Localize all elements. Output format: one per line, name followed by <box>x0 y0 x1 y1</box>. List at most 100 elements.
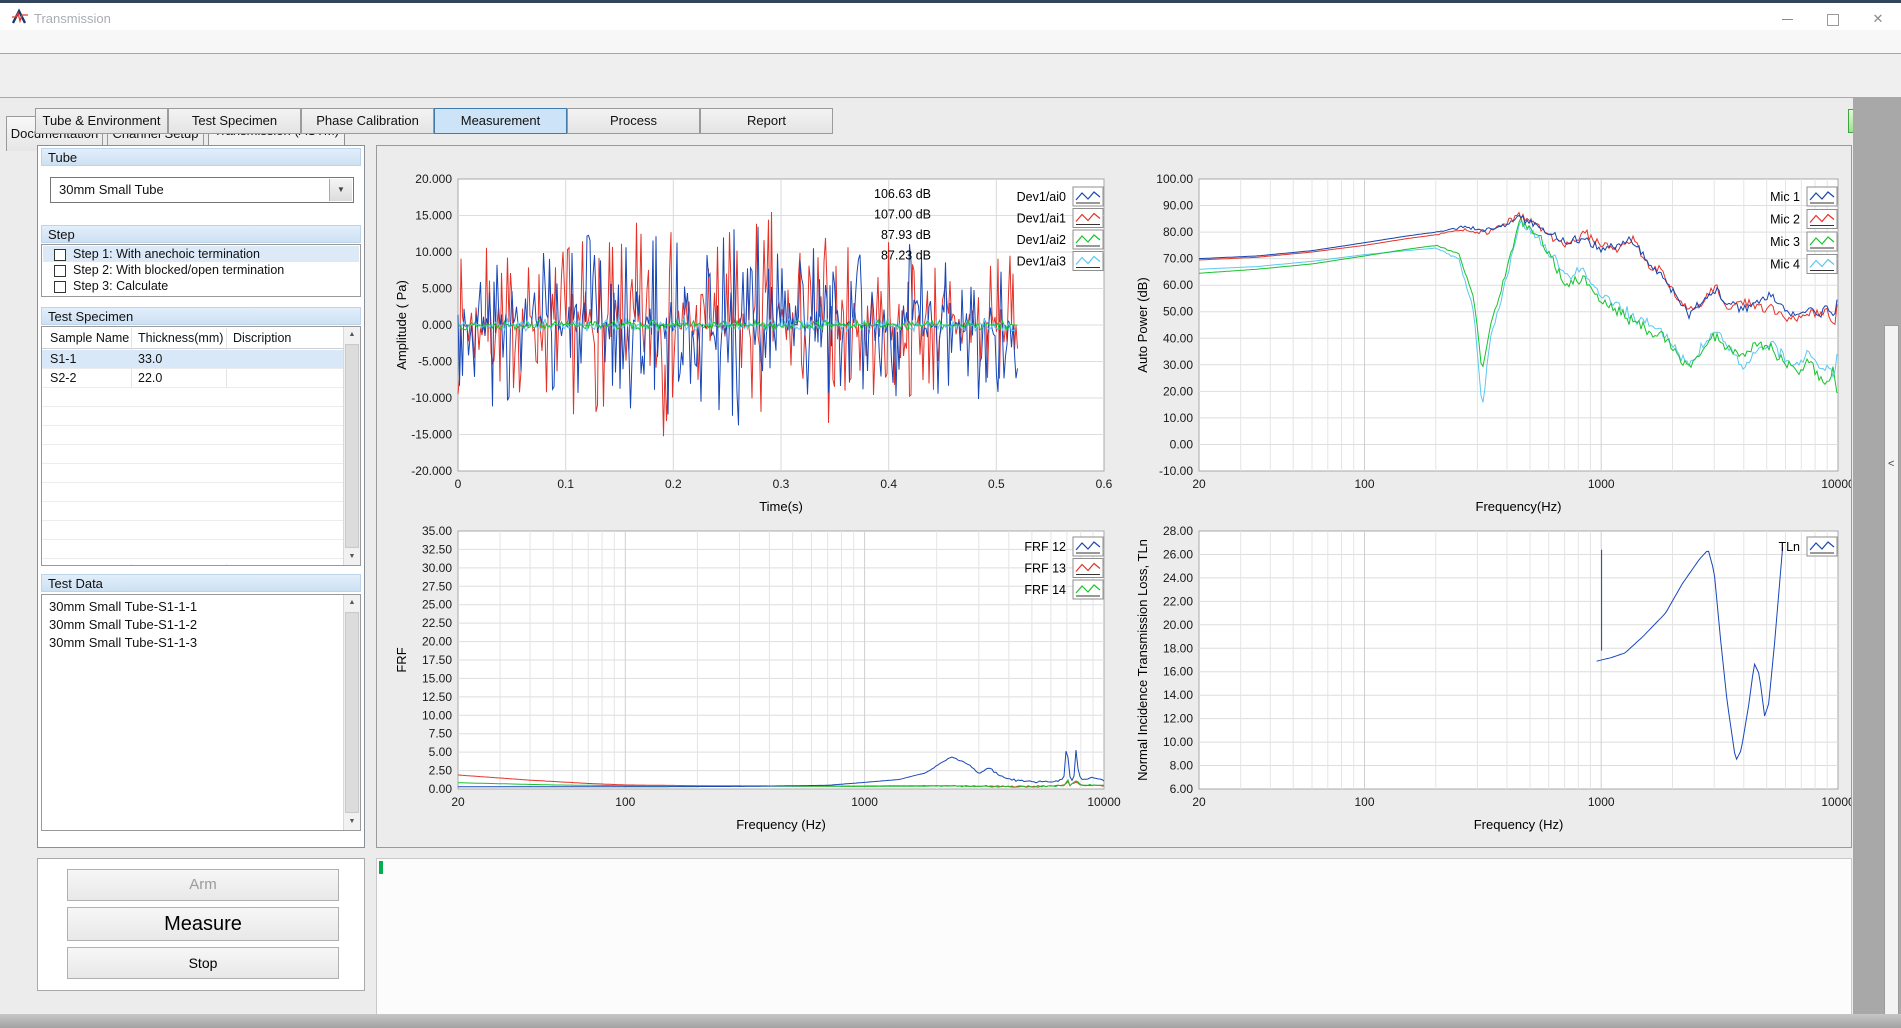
column-header-thickness: Thickness(mm) <box>132 327 227 349</box>
tube-section-header: Tube <box>41 148 361 166</box>
title-bar: Transmission ✕ <box>0 3 1901 30</box>
x-tick-label: 100 <box>615 795 635 809</box>
step-item-label: Step 1: With anechoic termination <box>73 246 260 262</box>
list-item[interactable]: 30mm Small Tube-S1-1-2 <box>43 616 343 634</box>
x-tick-label: 10000 <box>1821 795 1851 809</box>
y-tick-label: 17.50 <box>422 653 452 667</box>
y-tick-label: 27.50 <box>422 579 452 593</box>
y-tick-label: 40.00 <box>1163 331 1193 345</box>
step-item-2[interactable]: Step 2: With blocked/open termination <box>43 262 359 278</box>
step-item-label: Step 2: With blocked/open termination <box>73 262 284 278</box>
y-tick-label: 16.00 <box>1163 665 1193 679</box>
empty-table-rows <box>42 388 344 564</box>
x-tick-label: 0.5 <box>988 477 1005 491</box>
subtab-test-specimen[interactable]: Test Specimen <box>168 108 301 134</box>
legend-label: Dev1/ai0 <box>1017 190 1066 204</box>
charts: 20.00015.00010.0005.0000.000-5.000-10.00… <box>377 146 1851 850</box>
table-row-s2-2[interactable]: S2-2 22.0 <box>42 369 344 388</box>
y-tick-label: 0.00 <box>429 782 453 796</box>
y-axis-title: Amplitude ( Pa) <box>394 280 409 370</box>
subtab-phase-calibration[interactable]: Phase Calibration <box>301 108 434 134</box>
x-axis-title: Frequency(Hz) <box>1476 499 1562 514</box>
y-tick-label: 50.00 <box>1163 305 1193 319</box>
legend-label: Dev1/ai2 <box>1017 233 1066 247</box>
chart-transmission-loss: 28.0026.0024.0022.0020.0018.0016.0014.00… <box>1135 524 1851 832</box>
minimize-icon <box>1782 19 1793 20</box>
x-axis-title: Time(s) <box>759 499 803 514</box>
legend-label: FRF 14 <box>1024 583 1066 597</box>
y-tick-label: 70.00 <box>1163 252 1193 266</box>
y-tick-label: 100.00 <box>1156 172 1193 186</box>
y-tick-label: 35.00 <box>422 524 452 538</box>
table-row-s1-1[interactable]: S1-1 33.0 <box>42 350 344 369</box>
checkbox-icon[interactable] <box>54 249 66 261</box>
y-tick-label: 2.50 <box>429 764 453 778</box>
status-output-area <box>376 858 1852 1015</box>
y-tick-label: 10.00 <box>1163 735 1193 749</box>
y-tick-label: 32.50 <box>422 542 452 556</box>
list-item[interactable]: 30mm Small Tube-S1-1-3 <box>43 634 343 652</box>
y-tick-label: 14.00 <box>1163 688 1193 702</box>
legend-label: FRF 12 <box>1024 540 1066 554</box>
step-item-1[interactable]: Step 1: With anechoic termination <box>43 246 359 262</box>
y-tick-label: 12.00 <box>1163 712 1193 726</box>
y-tick-label: -15.000 <box>411 428 452 442</box>
x-tick-label: 10000 <box>1821 477 1851 491</box>
legend-label: TLn <box>1778 540 1800 554</box>
tube-select[interactable]: 30mm Small Tube ▼ <box>50 177 354 203</box>
x-axis-title: Frequency (Hz) <box>736 817 826 832</box>
legend-label: Mic 2 <box>1770 213 1800 227</box>
scrollbar-thumb[interactable] <box>345 612 359 813</box>
subtab-measurement[interactable]: Measurement <box>434 108 567 134</box>
tube-select-value: 30mm Small Tube <box>59 182 164 197</box>
x-tick-label: 1000 <box>851 795 878 809</box>
legend-label: Mic 4 <box>1770 258 1800 272</box>
stop-button[interactable]: Stop <box>67 947 339 979</box>
list-item[interactable]: 30mm Small Tube-S1-1-1 <box>43 598 343 616</box>
collapse-left-icon: < <box>1888 458 1894 470</box>
maximize-button[interactable] <box>1810 6 1856 33</box>
subtab-process[interactable]: Process <box>567 108 700 134</box>
chevron-down-icon[interactable]: ▼ <box>329 179 352 201</box>
subtab-tube-environment[interactable]: Tube & Environment <box>35 108 168 134</box>
window-bottom-edge <box>0 1014 1901 1028</box>
y-tick-label: 30.00 <box>422 561 452 575</box>
scroll-up-icon[interactable]: ▲ <box>344 327 360 343</box>
maximize-icon <box>1827 14 1839 26</box>
y-tick-label: 20.00 <box>1163 618 1193 632</box>
y-tick-label: 20.000 <box>415 172 452 186</box>
y-tick-label: 0.00 <box>1170 438 1194 452</box>
menu-bar: File Edit Device Setup Measure Output He… <box>0 30 1901 53</box>
x-tick-label: 20 <box>1192 795 1206 809</box>
close-button[interactable]: ✕ <box>1855 6 1901 33</box>
chart-auto-power: 100.0090.0080.0070.0060.0050.0040.0030.0… <box>1135 172 1851 514</box>
y-tick-label: 20.00 <box>422 635 452 649</box>
level-readout: 87.93 dB <box>881 228 931 242</box>
left-panel: Tube 30mm Small Tube ▼ Step Step 1: With… <box>37 145 365 848</box>
chart-time-history: 20.00015.00010.0005.0000.000-5.000-10.00… <box>394 172 1113 514</box>
y-tick-label: 26.00 <box>1163 548 1193 562</box>
y-tick-label: 15.00 <box>422 671 452 685</box>
test-data-scrollbar[interactable]: ▲ ▼ <box>343 595 360 830</box>
checkbox-icon[interactable] <box>54 265 66 277</box>
measure-button[interactable]: Measure <box>67 907 339 941</box>
specimen-table-scrollbar[interactable]: ▲ ▼ <box>343 327 360 565</box>
subtab-report[interactable]: Report <box>700 108 833 134</box>
scroll-down-icon[interactable]: ▼ <box>344 549 360 565</box>
window-title: Transmission <box>34 11 111 26</box>
cell-thickness: 33.0 <box>138 350 162 369</box>
scroll-down-icon[interactable]: ▼ <box>344 814 360 830</box>
scrollbar-thumb[interactable] <box>345 344 359 548</box>
step-item-3[interactable]: Step 3: Calculate <box>43 278 359 294</box>
legend-label: Dev1/ai3 <box>1017 255 1066 269</box>
minimize-button[interactable] <box>1764 6 1810 33</box>
x-axis-title: Frequency (Hz) <box>1474 817 1564 832</box>
x-tick-label: 0.3 <box>773 477 790 491</box>
checkbox-icon[interactable] <box>54 281 66 293</box>
y-tick-label: 90.00 <box>1163 199 1193 213</box>
y-tick-label: 10.000 <box>415 245 452 259</box>
arm-button[interactable]: Arm <box>67 869 339 901</box>
collapse-splitter[interactable]: < <box>1884 325 1899 1024</box>
x-tick-label: 0.2 <box>665 477 682 491</box>
scroll-up-icon[interactable]: ▲ <box>344 595 360 611</box>
